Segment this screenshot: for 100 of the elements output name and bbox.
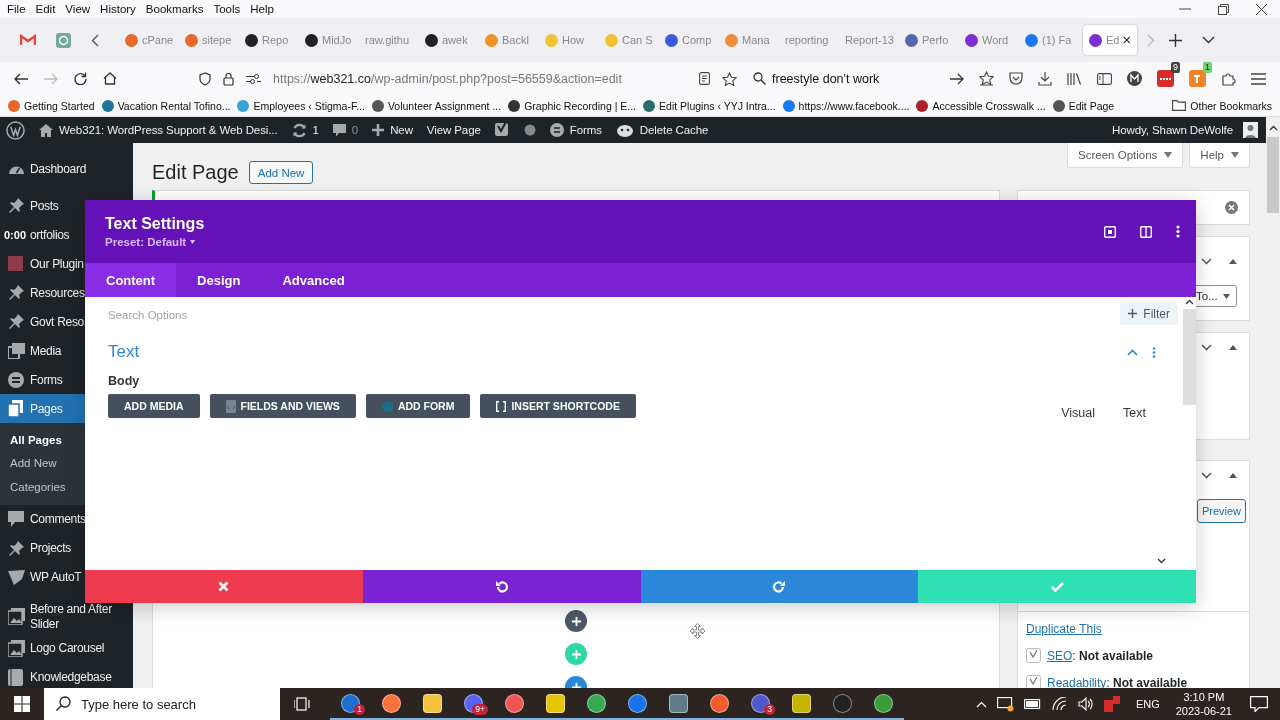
reload-icon[interactable] [74,72,87,85]
home-icon[interactable] [103,72,117,85]
bookmark-folder[interactable]: Other Bookmarks [1172,99,1280,112]
filter-button[interactable]: Filter [1120,302,1178,325]
star-icon[interactable] [722,71,737,86]
view-page-link[interactable]: View Page [426,124,481,136]
task-view-icon[interactable] [294,697,310,711]
account-icon[interactable] [1127,71,1142,86]
bookmark[interactable]: https://www.facebook.... [782,99,910,112]
menu-item[interactable]: View [60,3,96,15]
bookmark[interactable]: Vacation Rental Tofino... [101,99,231,112]
taskbar-app[interactable]: 3 [740,688,781,720]
sidebar-item[interactable]: Dashboard [0,154,133,183]
sidebar-item[interactable]: WP AutoT [0,562,133,592]
sidebar-icon[interactable] [1097,72,1112,85]
sidebar-item[interactable]: Logo Carousel [0,633,133,663]
browser-tab[interactable]: Ed [1083,25,1137,55]
chevron-down-icon[interactable] [1201,343,1212,351]
chevron-up-icon[interactable] [1268,125,1278,131]
delete-cache-link[interactable]: Delete Cache [615,122,709,138]
monitor-icon[interactable] [996,696,1014,712]
preview-button[interactable]: Preview [1196,499,1246,523]
duplicate-link[interactable]: Duplicate This [1026,622,1241,636]
editor-button[interactable]: ADD FORM [365,394,471,418]
more-icon[interactable] [1152,346,1156,358]
sidebar-item[interactable]: Knowledgebase [0,662,133,688]
taskbar-app[interactable]: 9+ [453,688,494,720]
plus-icon[interactable] [1169,33,1182,47]
bookmark[interactable]: Edit Page [1052,99,1115,112]
bookmark[interactable]: Getting Started [8,99,95,112]
address-field[interactable]: https://web321.co/wp-admin/post.php?post=56559&action=edit [199,65,737,92]
chevron-down-icon[interactable] [1201,471,1212,479]
language-indicator[interactable]: ENG [1135,698,1160,710]
bookmark[interactable]: Graphic Recording | E... [508,99,637,112]
bookmark[interactable]: Employees ‹ Stigma-F... [237,99,365,112]
close-circle-icon[interactable] [1225,201,1238,214]
search-field[interactable]: Type here to search [44,688,280,720]
new-link[interactable]: New [372,124,413,136]
menu-item[interactable]: History [95,3,141,15]
bookmark[interactable]: Accessible Crosswalk ... [916,99,1046,112]
app-icon[interactable] [56,32,71,48]
comments-link[interactable]: 0 [332,123,359,137]
settings-tab[interactable]: Advanced [261,263,366,297]
help-button[interactable]: Help [1189,143,1250,168]
seo-plugin-icon[interactable] [494,122,510,138]
menu-item[interactable]: Tools [208,3,246,15]
add-button[interactable] [565,610,587,632]
chevron-left-icon[interactable] [91,33,99,47]
editor-tab[interactable]: Text [1115,406,1154,420]
forms-link[interactable]: Forms [549,123,602,137]
arrow-right-icon[interactable] [950,72,964,85]
add-new-button[interactable]: Add New [248,161,314,184]
account-menu[interactable]: Howdy, Shawn DeWolfe [1112,122,1258,138]
screen-options-button[interactable]: Screen Options [1067,143,1184,168]
wordpress-logo-icon[interactable] [6,120,25,140]
sidebar-item[interactable]: Projects [0,533,133,563]
preset-dropdown[interactable]: Preset: Default [105,236,205,248]
more-icon[interactable] [1176,225,1180,238]
sidebar-item[interactable]: Before and After Slider [0,591,133,634]
chevron-down-icon[interactable] [1157,558,1166,564]
menu-item[interactable]: Bookmarks [140,3,209,15]
editor-button[interactable]: INSERT SHORTCODE [480,394,636,418]
search-field[interactable]: Search Options [108,308,308,321]
clock[interactable]: 3:10 PM 2023-06-21 [1175,690,1232,718]
close-icon[interactable] [1256,3,1267,15]
chevron-down-icon[interactable] [1201,257,1212,265]
lock-icon[interactable] [223,71,234,86]
columns-icon[interactable] [1140,225,1152,238]
restore-icon[interactable] [1218,3,1229,15]
editor-button[interactable]: FIELDS AND VIEWS [209,394,356,418]
volume-icon[interactable] [1077,697,1094,711]
close-icon[interactable] [1123,35,1131,45]
caret-up-icon[interactable] [1229,344,1237,350]
library-icon[interactable] [1067,72,1082,85]
mail-icon[interactable] [20,34,36,46]
section-title[interactable]: Text [108,342,140,362]
battery-icon[interactable] [1023,699,1042,709]
settings-tab[interactable]: Design [176,263,262,297]
site-link[interactable]: Web321: WordPress Support & Web Desi... [39,123,278,137]
menu-icon[interactable] [1251,72,1266,85]
chevron-down-icon[interactable] [1202,36,1215,44]
pocket-icon[interactable] [1009,72,1023,85]
permissions-icon[interactable] [246,73,261,84]
download-icon[interactable] [1038,71,1052,86]
sidebar-item[interactable]: Comments [0,504,133,534]
caret-up-icon[interactable] [1229,472,1237,478]
puzzle-icon[interactable] [1221,71,1236,86]
move-icon[interactable] [689,623,706,640]
back-icon[interactable] [14,72,28,85]
windows-logo-icon[interactable] [14,696,30,712]
chevron-up-icon[interactable] [1185,299,1194,305]
wifi-icon[interactable] [1051,697,1068,711]
expand-icon[interactable] [1104,225,1116,238]
star-icon[interactable] [979,71,994,86]
editor-tab[interactable]: Visual [1053,406,1104,420]
reader-icon[interactable] [699,72,710,85]
scroll-bar[interactable] [1266,117,1280,688]
bookmark[interactable]: Edit Plugins ‹ YYJ Intra... [643,99,776,112]
scroll-thumb[interactable] [1267,137,1279,213]
search-field[interactable]: freestyle don't work [772,71,922,86]
